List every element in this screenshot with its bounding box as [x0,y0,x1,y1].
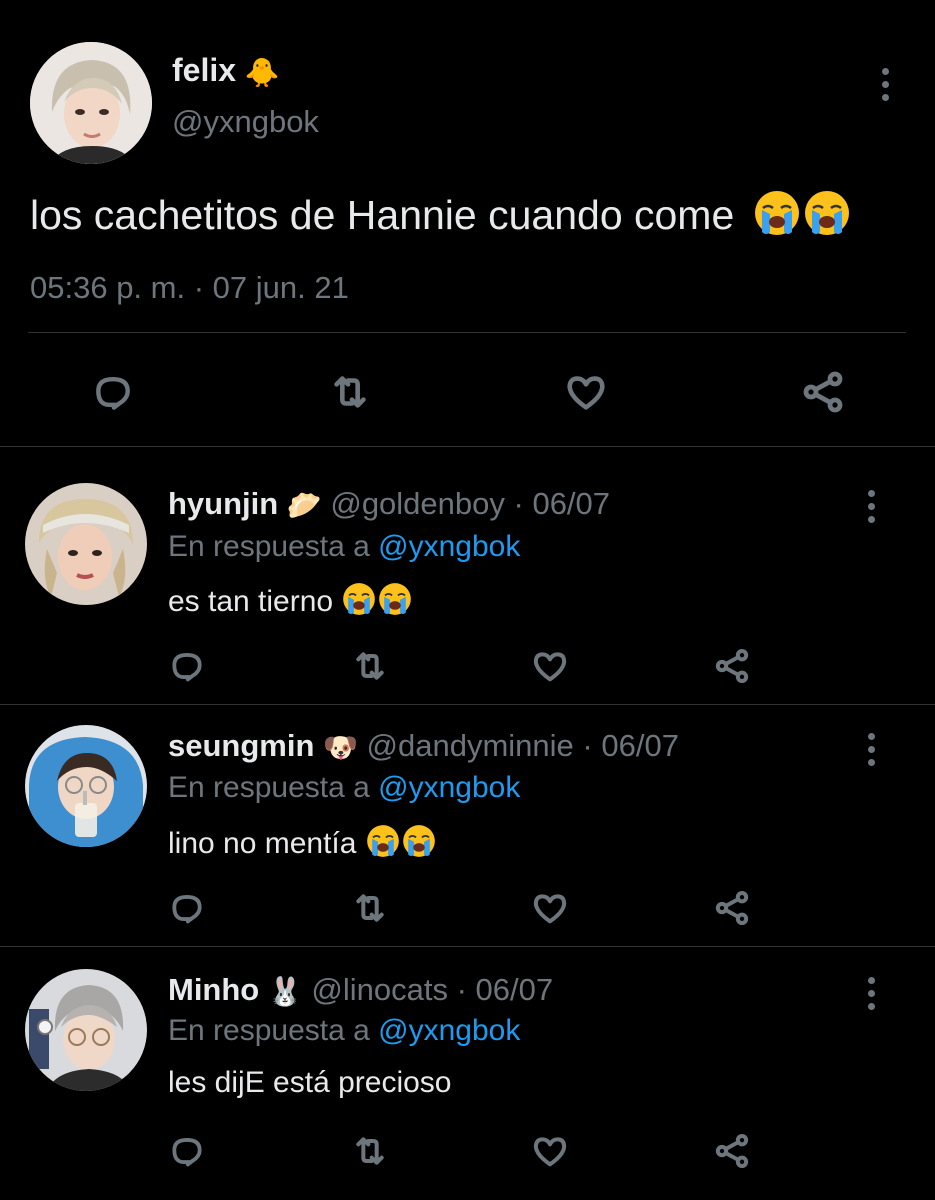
reply-header: hyunjin 🥟 @goldenboy · 06/07 [168,486,610,522]
more-options-icon[interactable] [866,733,876,766]
retweet-icon[interactable] [350,888,390,928]
reply-text: es tan tierno [168,584,334,618]
reply-handle[interactable]: @linocats [311,972,448,1007]
share-icon[interactable] [797,367,849,417]
reply-context: En respuesta a @yxngbok [168,771,520,805]
reply-handle[interactable]: @goldenboy [330,486,505,521]
reply-text-row: es tan tierno [168,581,413,625]
reply-icon[interactable] [167,1131,207,1171]
author-name-row[interactable]: felix 🐥 [172,52,280,89]
like-icon[interactable] [530,646,570,686]
hyunjin-avatar[interactable] [25,483,147,605]
more-options-icon[interactable] [880,68,890,101]
reply-date[interactable]: · 06/07 [457,972,554,1007]
seungmin-avatar[interactable] [25,725,147,847]
reply-handle[interactable]: @dandyminnie [367,728,574,763]
retweet-icon[interactable] [325,367,375,417]
share-icon[interactable] [712,646,752,686]
crying-face-emoji [365,823,401,867]
dog-emoji: 🐶 [323,732,358,764]
dumpling-emoji: 🥟 [286,490,322,522]
reply-to-link[interactable]: @yxngbok [378,530,520,563]
rabbit-emoji: 🐰 [267,976,303,1008]
share-icon[interactable] [712,1131,752,1171]
reply-context: En respuesta a @yxngbok [168,530,520,564]
crying-face-emoji [752,188,802,248]
author-handle[interactable]: @yxngbok [172,104,319,140]
reply-prefix: En respuesta a [168,1014,370,1047]
minho-avatar[interactable] [25,969,147,1091]
reply-icon[interactable] [88,367,138,417]
divider [0,946,935,947]
divider [28,332,906,333]
crying-face-emoji [401,823,437,867]
reply-icon[interactable] [167,888,207,928]
crying-face-emoji [341,581,377,625]
reply-context: En respuesta a @yxngbok [168,1014,520,1048]
chick-emoji: 🐥 [244,57,280,89]
reply-date[interactable]: · 06/07 [582,728,679,763]
reply-text: les dijE está precioso [168,1066,452,1099]
divider [0,704,935,705]
reply-text-row: lino no mentía [168,823,437,867]
reply-header: seungmin 🐶 @dandyminnie · 06/07 [168,728,679,764]
reply-text: lino no mentía [168,826,357,860]
tweet-timestamp[interactable]: 05:36 p. m. · 07 jun. 21 [30,270,349,306]
like-icon[interactable] [561,367,611,417]
reply-header: Minho 🐰 @linocats · 06/07 [168,972,553,1008]
reply-prefix: En respuesta a [168,530,370,563]
retweet-icon[interactable] [350,646,390,686]
felix-avatar[interactable] [30,42,152,164]
reply-to-link[interactable]: @yxngbok [378,771,520,804]
like-icon[interactable] [530,1131,570,1171]
reply-prefix: En respuesta a [168,771,370,804]
share-icon[interactable] [712,888,752,928]
tweet-text-row: los cachetitos de Hannie cuando come [30,188,852,248]
divider [0,446,935,447]
author-name[interactable]: felix [172,52,236,88]
retweet-icon[interactable] [350,1131,390,1171]
crying-face-emoji [377,581,413,625]
crying-face-emoji [802,188,852,248]
like-icon[interactable] [530,888,570,928]
reply-author-name[interactable]: seungmin [168,728,314,763]
reply-icon[interactable] [167,646,207,686]
more-options-icon[interactable] [866,490,876,523]
reply-author-name[interactable]: hyunjin [168,486,278,521]
more-options-icon[interactable] [866,977,876,1010]
reply-to-link[interactable]: @yxngbok [378,1014,520,1047]
reply-author-name[interactable]: Minho [168,972,259,1007]
reply-date[interactable]: · 06/07 [514,486,611,521]
tweet-text: los cachetitos de Hannie cuando come [30,191,735,238]
